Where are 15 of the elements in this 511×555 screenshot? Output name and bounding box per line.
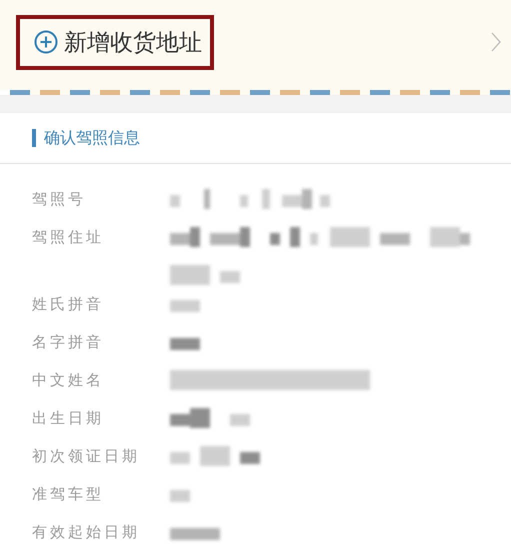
add-address-label: 新增收货地址: [64, 28, 202, 58]
field-label: 有效起始日期: [32, 522, 141, 543]
add-icon: [34, 30, 58, 54]
add-address-button[interactable]: 新增收货地址: [16, 14, 214, 70]
field-label: 准驾车型: [32, 484, 105, 505]
field-label: 出生日期: [32, 408, 105, 429]
chevron-right-icon: [491, 32, 501, 52]
field-label: 驾照号: [32, 189, 87, 210]
section-title: 确认驾照信息: [44, 128, 140, 148]
field-label: 名字拼音: [32, 332, 105, 353]
field-label: 初次领证日期: [32, 446, 141, 467]
field-label: 驾照住址: [32, 227, 105, 248]
field-label: 中文姓名: [32, 370, 105, 391]
field-label: 姓氏拼音: [32, 294, 105, 315]
section-marker: [32, 129, 36, 147]
